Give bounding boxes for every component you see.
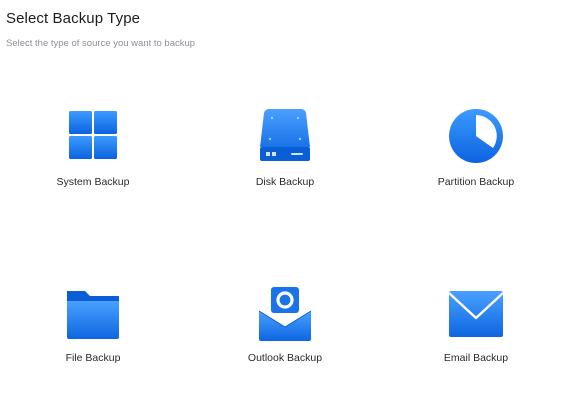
page-title: Select Backup Type bbox=[6, 10, 141, 27]
disk-backup-option[interactable]: Disk Backup bbox=[210, 105, 360, 225]
envelope-icon bbox=[448, 291, 504, 337]
outlook-icon bbox=[258, 287, 312, 341]
partition-backup-label: Partition Backup bbox=[437, 176, 515, 188]
outlook-backup-label: Outlook Backup bbox=[247, 352, 323, 364]
system-backup-option[interactable]: System Backup bbox=[18, 105, 168, 225]
disk-icon bbox=[260, 109, 310, 161]
file-backup-label: File Backup bbox=[65, 352, 121, 364]
email-backup-label: Email Backup bbox=[443, 352, 509, 364]
system-backup-label: System Backup bbox=[56, 176, 130, 188]
folder-icon bbox=[67, 291, 119, 339]
windows-icon bbox=[69, 111, 117, 159]
page-subtitle: Select the type of source you want to ba… bbox=[6, 38, 196, 49]
disk-backup-label: Disk Backup bbox=[255, 176, 315, 188]
partition-pie-icon bbox=[449, 109, 503, 163]
outlook-backup-option[interactable]: Outlook Backup bbox=[210, 285, 360, 405]
partition-backup-option[interactable]: Partition Backup bbox=[401, 105, 551, 225]
file-backup-option[interactable]: File Backup bbox=[18, 285, 168, 405]
backup-type-page: Select Backup Type Select the type of so… bbox=[0, 0, 575, 412]
email-backup-option[interactable]: Email Backup bbox=[401, 285, 551, 405]
